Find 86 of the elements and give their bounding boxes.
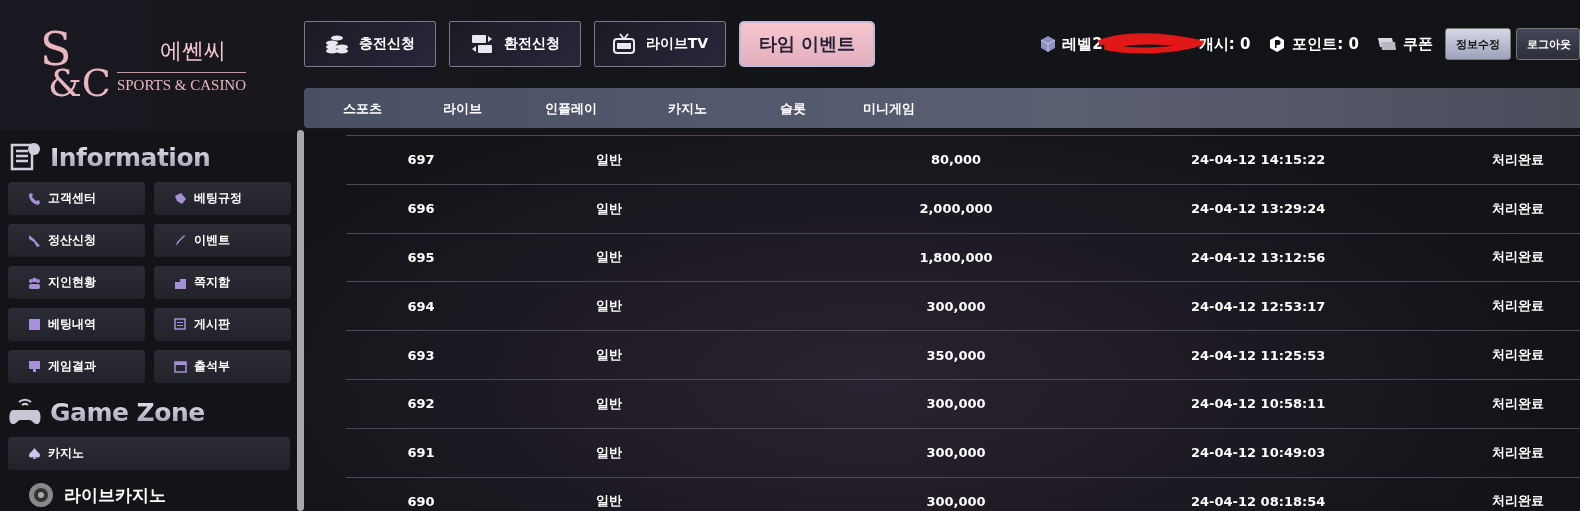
points-label: 포인트: 0: [1292, 34, 1359, 54]
row-number: 696: [406, 201, 436, 217]
logo-name: 에쎈씨: [160, 37, 227, 65]
amount-cell-text: 300,000: [925, 493, 987, 509]
calendar-icon: [174, 360, 187, 373]
status-cell-text: 처리완료: [1491, 394, 1545, 413]
row-number: 690: [406, 493, 436, 509]
event-button[interactable]: 타임 이벤트: [739, 21, 875, 67]
scrollbar[interactable]: [297, 130, 304, 511]
posts-count: 개시: 0: [1198, 34, 1251, 54]
board-icon: [174, 318, 187, 331]
sidebar-item[interactable]: 쪽지함: [154, 266, 291, 299]
level-label: 레벨2: [1062, 34, 1103, 54]
sidebar-item[interactable]: 베팅내역: [8, 308, 145, 341]
date-cell-text: 24-04-12 08:18:54: [1191, 493, 1327, 509]
sidebar-item[interactable]: 게시판: [154, 308, 291, 341]
logout-button[interactable]: 로그아웃: [1516, 28, 1580, 60]
type-cell-text: 일반: [594, 150, 623, 169]
gamepad-icon: [8, 398, 42, 426]
nav-link[interactable]: 인플레이: [544, 101, 597, 116]
logo-monogram: S &C: [40, 31, 111, 99]
menu-button[interactable]: 환전신청: [449, 21, 581, 67]
spade-icon: [28, 447, 41, 460]
row-number: 694: [406, 298, 436, 314]
type-cell-text: 일반: [594, 346, 623, 365]
row-number: 693: [406, 347, 436, 363]
amount-cell-text: 300,000: [925, 445, 987, 461]
date-cell-text: 24-04-12 12:53:17: [1191, 298, 1327, 314]
nav-link[interactable]: 카지노: [668, 101, 707, 116]
nav-link[interactable]: 라이브: [442, 101, 482, 116]
amount-cell-text: 2,000,000: [918, 201, 994, 217]
status-cell-text: 처리완료: [1491, 248, 1545, 267]
logo-tagline: SPORTS & CASINO: [116, 72, 247, 94]
status-cell-text: 처리완료: [1491, 346, 1545, 365]
roulette-icon: [28, 482, 54, 508]
row-number: 691: [406, 445, 436, 461]
date-cell-text: 24-04-12 13:12:56: [1191, 250, 1327, 265]
status-cell-text: 처리완료: [1491, 297, 1545, 316]
nav-link[interactable]: 스포츠: [342, 101, 382, 116]
sidebar-item[interactable]: 베팅규정: [154, 182, 291, 215]
live-tv-icon: [611, 33, 636, 55]
nav-link[interactable]: 슬롯: [779, 101, 806, 116]
coupon-label: 쿠폰: [1403, 34, 1433, 54]
phone-icon: [28, 192, 41, 205]
cube-icon: [1040, 35, 1057, 53]
amount-cell-text: 350,000: [925, 347, 987, 363]
status-cell-text: 처리완료: [1491, 443, 1545, 462]
amount-cell-text: 1,800,000: [918, 250, 994, 265]
row-number: 697: [406, 152, 436, 168]
coin-stack-icon: [325, 33, 349, 55]
monitor-icon: [28, 360, 41, 373]
status-cell-text: 처리완료: [1491, 199, 1545, 218]
cash-exchange-icon: [470, 33, 494, 55]
menu-button[interactable]: 라이브TV: [594, 21, 726, 67]
sidebar-item[interactable]: 카지노: [8, 437, 290, 470]
type-cell-text: 일반: [594, 248, 623, 267]
scroll-icon: [8, 142, 42, 172]
row-number: 692: [406, 396, 436, 412]
people-icon: [28, 276, 41, 289]
amount-cell-text: 300,000: [925, 298, 987, 314]
ticket-icon: [1377, 36, 1397, 52]
points-icon: [1268, 35, 1287, 53]
date-cell-text: 24-04-12 14:15:22: [1191, 152, 1327, 168]
amount-cell-text: 80,000: [929, 152, 983, 168]
sidebar-item[interactable]: 이벤트: [154, 224, 291, 257]
type-cell-text: 일반: [594, 443, 623, 462]
type-cell-text: 일반: [594, 199, 623, 218]
nav-link[interactable]: 미니게임: [863, 101, 915, 116]
sidebar-item[interactable]: 게임결과: [8, 350, 145, 383]
sidebar-item[interactable]: 출석부: [154, 350, 291, 383]
status-cell-text: 처리완료: [1491, 150, 1545, 169]
edit-profile-button[interactable]: 정보수정: [1445, 28, 1511, 60]
date-cell-text: 24-04-12 13:29:24: [1191, 201, 1327, 217]
date-cell-text: 24-04-12 10:58:11: [1191, 396, 1327, 412]
amount-cell-text: 300,000: [925, 396, 987, 412]
type-cell-text: 일반: [594, 297, 623, 316]
sidebar-item[interactable]: 정산신청: [8, 224, 145, 257]
type-cell-text: 일반: [594, 492, 623, 511]
menu-button[interactable]: 충전신청: [304, 21, 436, 67]
status-cell-text: 처리완료: [1491, 492, 1545, 511]
sidebar-item[interactable]: 고객센터: [8, 182, 145, 215]
date-cell-text: 24-04-12 11:25:53: [1191, 347, 1327, 363]
row-number: 695: [406, 250, 436, 265]
sidebar-item[interactable]: 지인현황: [8, 266, 145, 299]
date-cell-text: 24-04-12 10:49:03: [1191, 445, 1327, 461]
type-cell-text: 일반: [594, 394, 623, 413]
